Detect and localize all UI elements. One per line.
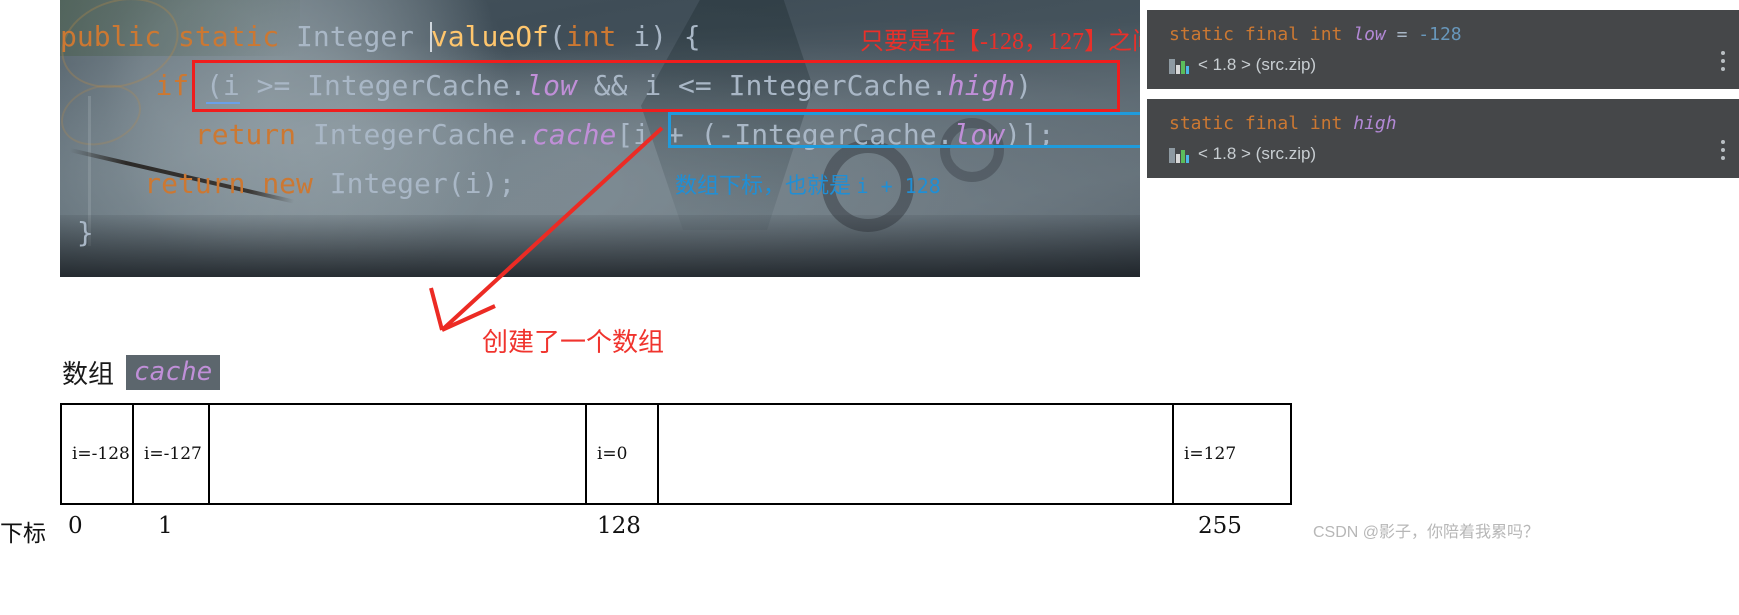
doc-signature-high: static final int high	[1169, 113, 1721, 134]
array-label: 数组 cache	[62, 354, 221, 391]
annotation-range-text: 只要是在【-128，127】之间	[860, 29, 1140, 55]
table-cell: i=0	[587, 405, 659, 503]
jar-icon	[1169, 146, 1189, 163]
doc-card-high[interactable]: static final int high < 1.8 > (src.zip)	[1147, 99, 1739, 178]
token-open-paren: (	[548, 20, 566, 53]
table-cell: i=-127	[134, 405, 210, 503]
token-static: static	[178, 20, 280, 53]
axis-tick-0: 0	[68, 513, 83, 539]
token-int: int	[565, 20, 617, 53]
token-and-lte: && i <=	[576, 69, 729, 102]
annotation-index-prefix: 数组下标，也就是	[675, 173, 857, 198]
token-integercache-3: IntegerCache.	[296, 118, 533, 151]
token-new: new	[262, 167, 313, 200]
doc-sig-prefix-low: static final int	[1169, 24, 1354, 45]
axis-tick-128: 128	[597, 513, 641, 539]
code-line-4: return new Integer(i);	[60, 159, 1140, 208]
token-field-high: high	[947, 69, 1016, 102]
kebab-menu-icon[interactable]	[1721, 140, 1725, 164]
token-integercache-1: IntegerCache.	[307, 69, 527, 102]
axis-tick-255: 255	[1198, 513, 1242, 539]
token-line4-rest: Integer(i);	[312, 167, 516, 200]
code-editor-panel[interactable]: public static Integer valueOf(int i) { i…	[60, 0, 1140, 277]
doc-source-low: < 1.8 > (src.zip)	[1169, 55, 1721, 75]
token-return-2: return	[144, 167, 246, 200]
table-cell	[210, 405, 587, 503]
axis-title-index: 下标	[0, 521, 46, 546]
array-cells-table: i=-128 i=-127 i=0 i=127	[60, 403, 1292, 505]
token-return-type: Integer	[296, 20, 415, 53]
screenshot-root: public static Integer valueOf(int i) { i…	[0, 0, 1739, 615]
doc-source-label-high: < 1.8 > (src.zip)	[1198, 144, 1317, 163]
table-cell: i=-128	[62, 405, 134, 503]
doc-sig-field-low: low	[1353, 24, 1386, 45]
array-label-name: cache	[126, 355, 221, 390]
kebab-menu-icon[interactable]	[1721, 51, 1725, 75]
token-public: public	[60, 20, 162, 53]
token-field-low-2: low	[953, 118, 1005, 151]
token-closing-brace: }	[76, 216, 94, 249]
token-close-paren: )	[1015, 69, 1033, 102]
table-cell: i=127	[1184, 444, 1237, 464]
code-line-5: }	[60, 208, 1140, 257]
token-field-low-1: low	[526, 69, 577, 102]
annotation-create-array-text: 创建了一个数组	[482, 328, 665, 357]
token-cond-i: (i	[206, 69, 240, 104]
token-index-expr: [i + (-IntegerCache.	[616, 118, 954, 151]
watermark-text: CSDN @影子，你陪着我累吗？	[1313, 524, 1540, 541]
doc-source-high: < 1.8 > (src.zip)	[1169, 144, 1721, 164]
axis-tick-1: 1	[158, 513, 173, 539]
array-label-prefix: 数组	[62, 360, 115, 389]
jar-icon	[1169, 57, 1189, 74]
documentation-popup-column: static final int low = -128 < 1.8 > (src…	[1147, 10, 1739, 188]
token-field-cache: cache	[532, 118, 617, 151]
doc-card-low[interactable]: static final int low = -128 < 1.8 > (src…	[1147, 10, 1739, 89]
token-line1-rest: i) {	[616, 20, 701, 53]
doc-signature-low: static final int low = -128	[1169, 24, 1721, 45]
doc-source-label-low: < 1.8 > (src.zip)	[1198, 55, 1317, 74]
annotation-index-text: 数组下标，也就是 i + 128	[675, 168, 941, 200]
annotation-index-expr: i + 128	[856, 174, 941, 198]
token-index-close: )];	[1004, 118, 1055, 151]
token-if: if	[155, 69, 190, 102]
doc-sig-eq-low: =	[1385, 24, 1419, 45]
token-gte: >=	[239, 69, 308, 102]
table-cell	[659, 405, 1174, 503]
doc-sig-value-low: -128	[1418, 24, 1462, 45]
doc-sig-prefix-high: static final int	[1169, 113, 1354, 134]
token-integercache-2: IntegerCache.	[728, 69, 948, 102]
code-line-2: if (i >= IntegerCache.low && i <= Intege…	[60, 61, 1140, 110]
token-return-1: return	[194, 118, 297, 151]
code-line-3: return IntegerCache.cache[i + (-IntegerC…	[60, 110, 1140, 159]
token-method-name: valueOf	[430, 20, 549, 53]
doc-sig-field-high: high	[1353, 113, 1397, 134]
